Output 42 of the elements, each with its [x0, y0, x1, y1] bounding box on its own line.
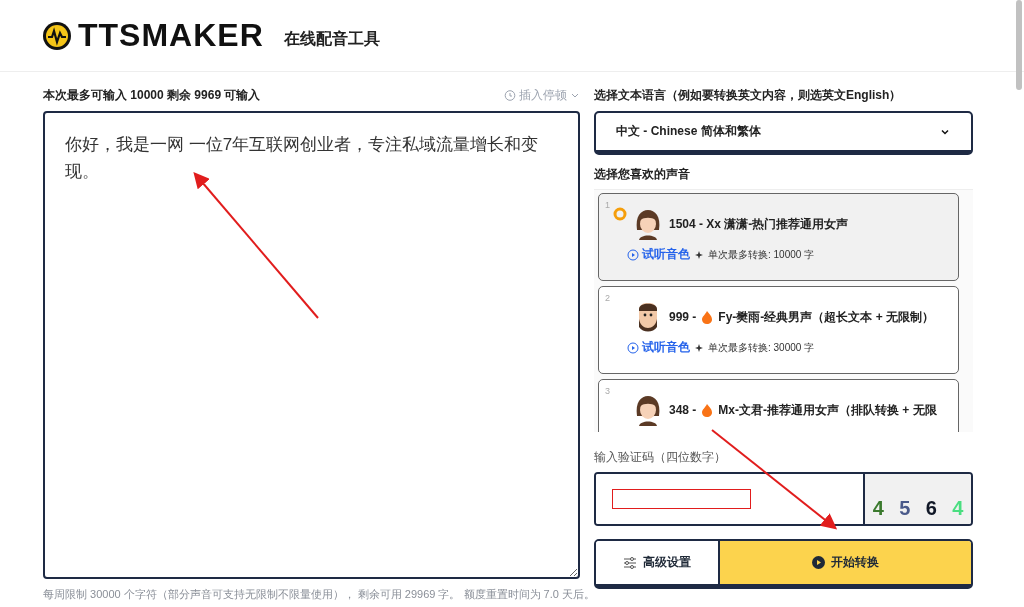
input-limit-text: 本次最多可输入 10000 剩余 9969 可输入	[43, 87, 261, 104]
voice-card[interactable]: 2 999 - Fy-樊雨-经典男声（超长文本 + 无限制） 试听音色 单次最多转换: 30000 字	[598, 286, 959, 374]
language-label: 选择文本语言（例如要转换英文内容，则选英文English）	[594, 87, 903, 104]
captcha-digit: 6	[925, 497, 937, 520]
voice-index: 1	[605, 200, 610, 210]
voice-title: Mx-文君-推荐通用女声（排队转换 + 无限	[718, 401, 937, 419]
quota-note: 每周限制 30000 个字符（部分声音可支持无限制不限量使用）， 剩余可用 29969 字。 额度重置时间为 7.0 天后。	[43, 587, 595, 602]
selected-radio-icon	[613, 207, 627, 221]
voice-title: 1504 - Xx 潇潇-热门推荐通用女声	[669, 215, 849, 233]
start-convert-button[interactable]: 开始转换	[720, 541, 971, 584]
voice-index: 3	[605, 386, 610, 396]
preview-voice-link[interactable]: 试听音色	[627, 246, 690, 263]
voice-number: 999 -	[669, 310, 697, 324]
captcha-digit: 4	[872, 497, 884, 520]
sparkle-icon	[695, 343, 703, 352]
language-dropdown[interactable]: 中文 - Chinese 简体和繁体	[594, 111, 973, 155]
captcha-image[interactable]: 4 5 6 4	[865, 474, 971, 524]
text-input-field[interactable]: 你好，我是一网 一位7年互联网创业者，专注私域流量增长和变现。	[43, 111, 580, 579]
captcha-digit: 4	[952, 497, 964, 520]
scrollbar[interactable]	[1016, 0, 1022, 90]
voice-title: Fy-樊雨-经典男声（超长文本 + 无限制）	[718, 308, 935, 326]
play-icon	[812, 556, 825, 569]
captcha-label: 输入验证码（四位数字）	[594, 449, 727, 466]
voice-card[interactable]: 1 1504 - Xx 潇潇-热门推荐通用女声 试听音色 单次最多转换: 10000 字	[598, 193, 959, 281]
preview-voice-link[interactable]: 试听音色	[627, 339, 690, 356]
play-icon	[627, 341, 639, 354]
captcha-digit: 5	[899, 497, 911, 520]
logo-icon	[42, 20, 72, 51]
advanced-settings-button[interactable]: 高级设置	[596, 541, 720, 584]
voice-limit: 单次最多转换: 30000 字	[708, 340, 815, 355]
voice-label: 选择您喜欢的声音	[594, 166, 691, 183]
sliders-icon	[623, 556, 637, 569]
captcha-input-field[interactable]	[596, 474, 865, 524]
voice-index: 2	[605, 293, 610, 303]
site-subtitle: 在线配音工具	[283, 29, 380, 49]
timer-icon	[504, 89, 516, 101]
voice-number: 348 -	[669, 403, 697, 417]
play-icon	[627, 248, 639, 261]
voice-card[interactable]: 3 348 - Mx-文君-推荐通用女声（排队转换 + 无限	[598, 379, 959, 432]
sparkle-icon	[695, 250, 703, 259]
voice-limit: 单次最多转换: 10000 字	[708, 247, 815, 262]
logo-text[interactable]: TTSMAKER	[78, 17, 264, 54]
